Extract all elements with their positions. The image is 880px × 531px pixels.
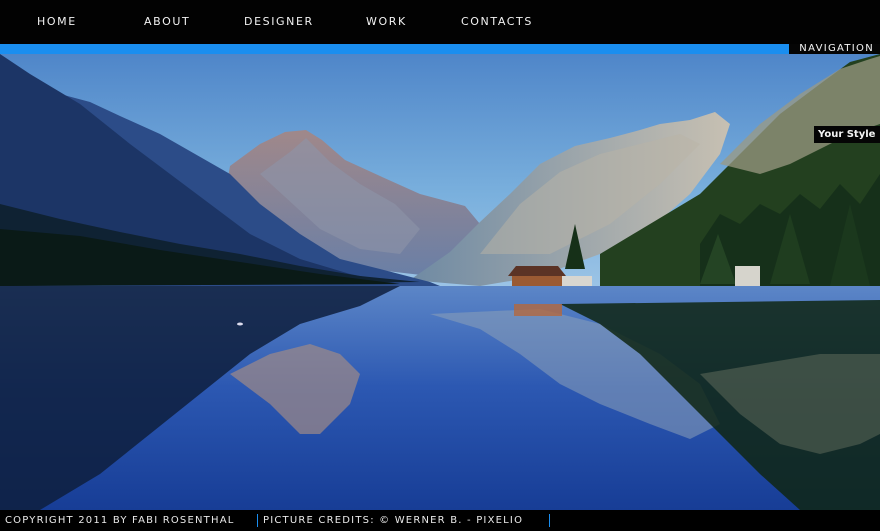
top-navigation: HOME ABOUT DESIGNER WORK CONTACTS	[0, 0, 880, 44]
footer-copyright: COPYRIGHT 2011 BY FABI ROSENTHAL	[5, 515, 235, 526]
footer: COPYRIGHT 2011 BY FABI ROSENTHAL PICTURE…	[0, 510, 880, 531]
nav-contacts[interactable]: CONTACTS	[461, 0, 533, 44]
nav-home[interactable]: HOME	[37, 0, 77, 44]
hero-landscape-image	[0, 54, 880, 510]
footer-separator	[257, 514, 258, 527]
navigation-toggle[interactable]: NAVIGATION	[789, 43, 880, 54]
nav-about[interactable]: ABOUT	[144, 0, 190, 44]
nav-designer[interactable]: DESIGNER	[244, 0, 314, 44]
accent-bar	[0, 44, 789, 54]
footer-separator	[549, 514, 550, 527]
nav-work[interactable]: WORK	[366, 0, 407, 44]
footer-credits[interactable]: PICTURE CREDITS: © WERNER B. - PIXELIO	[263, 510, 523, 531]
style-tag: Your Style	[814, 126, 880, 143]
